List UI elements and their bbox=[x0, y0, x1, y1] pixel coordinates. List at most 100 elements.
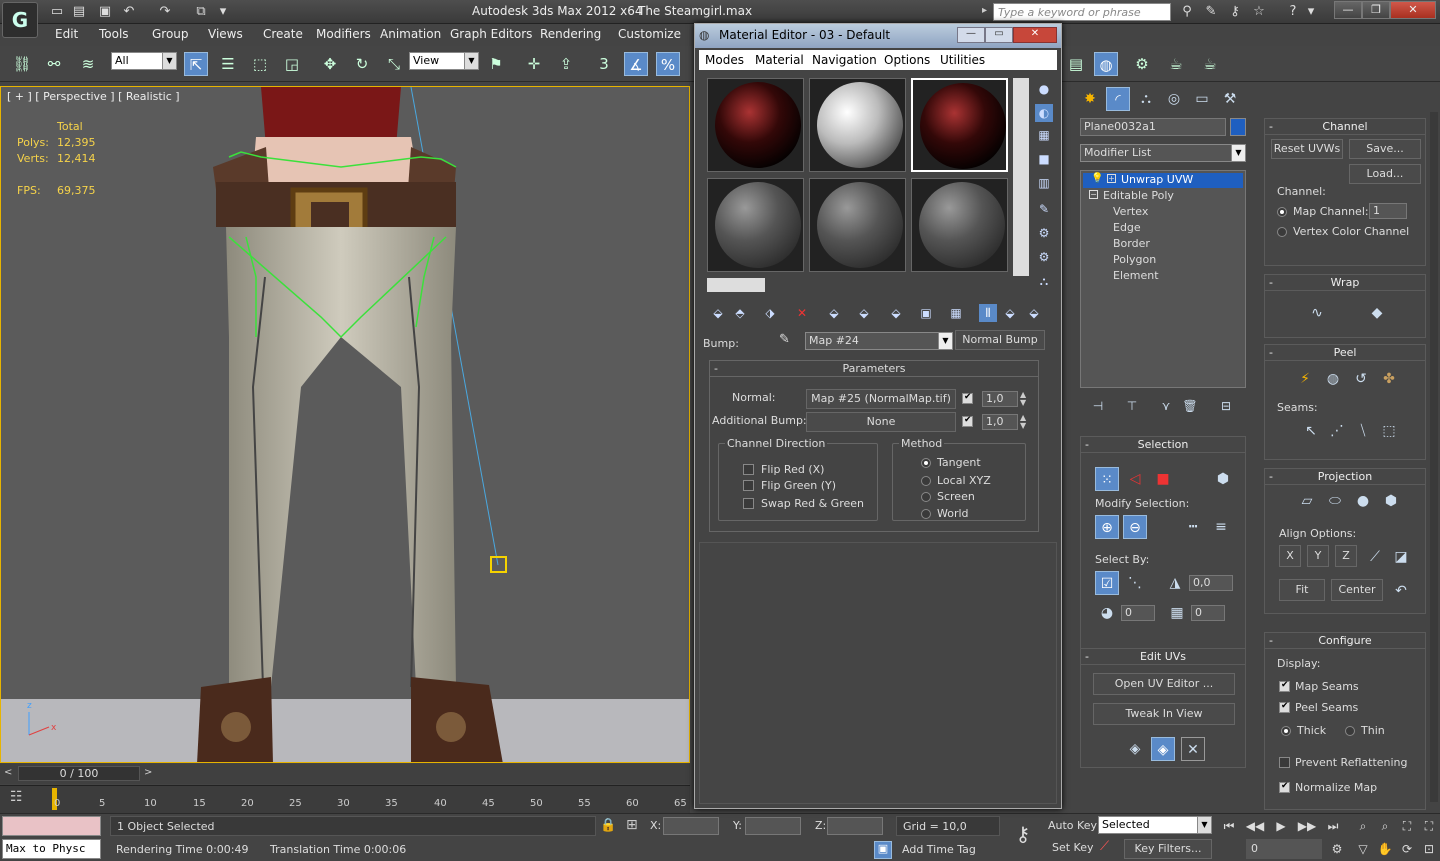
normal-map-enable-checkbox[interactable] bbox=[962, 392, 973, 404]
keyboard-shortcut-override-icon[interactable]: ⇪ bbox=[554, 52, 578, 76]
menu-modifiers[interactable]: Modifiers bbox=[316, 27, 371, 41]
material-slot-5[interactable] bbox=[809, 178, 906, 272]
reset-uvws-button[interactable]: Reset UVWs bbox=[1271, 139, 1343, 159]
stack-item-polygon[interactable]: Polygon bbox=[1113, 253, 1156, 266]
unfold-strip-icon[interactable]: ◆ bbox=[1365, 301, 1389, 325]
backlight-icon[interactable]: ◐ bbox=[1035, 104, 1053, 122]
motion-tab-icon[interactable]: ◎ bbox=[1162, 87, 1186, 111]
show-end-result-icon[interactable]: ⊤ bbox=[1120, 394, 1144, 418]
vertex-color-channel-radio[interactable] bbox=[1277, 227, 1287, 237]
selection-rollout-title[interactable]: - Selection bbox=[1081, 437, 1245, 453]
me-maximize-button[interactable]: ▭ bbox=[985, 27, 1013, 43]
open-file-icon[interactable]: ▤ bbox=[70, 3, 88, 21]
planar-angle-spinner[interactable]: 0,0 bbox=[1189, 575, 1233, 591]
field-of-view-icon[interactable]: ▽ bbox=[1352, 839, 1374, 859]
percent-snap-icon[interactable]: % bbox=[656, 52, 680, 76]
me-menu-modes[interactable]: Modes bbox=[705, 53, 744, 67]
create-tab-icon[interactable]: ✸ bbox=[1078, 87, 1102, 111]
key-filters-button[interactable]: Key Filters... bbox=[1124, 839, 1212, 859]
close-button[interactable]: ✕ bbox=[1390, 1, 1436, 19]
menu-animation[interactable]: Animation bbox=[380, 27, 441, 41]
planar-map-icon[interactable]: ▱ bbox=[1295, 489, 1319, 513]
save-uvw-button[interactable]: Save... bbox=[1349, 139, 1421, 159]
material-slot-4[interactable] bbox=[707, 178, 804, 272]
channel-rollout-title[interactable]: - Channel bbox=[1265, 119, 1425, 135]
modify-tab-icon[interactable]: ◜ bbox=[1106, 87, 1130, 111]
make-unique-icon[interactable]: ⋎ bbox=[1154, 394, 1178, 418]
stack-item-element[interactable]: Element bbox=[1113, 269, 1159, 282]
pin-stack-icon[interactable]: ⊣ bbox=[1086, 394, 1110, 418]
map-type-button[interactable]: Normal Bump bbox=[955, 330, 1045, 350]
key-icon[interactable]: ⚷ bbox=[1226, 3, 1244, 21]
utilities-tab-icon[interactable]: ⚒ bbox=[1218, 87, 1242, 111]
snaps-toggle-icon[interactable]: 3 bbox=[592, 52, 616, 76]
menu-views[interactable]: Views bbox=[208, 27, 243, 41]
modifier-stack[interactable]: 💡 + Unwrap UVW − Editable Poly Vertex Ed… bbox=[1080, 170, 1246, 388]
shrink-selection-icon[interactable]: ⊖ bbox=[1123, 515, 1147, 539]
add-time-tag[interactable]: Add Time Tag bbox=[896, 840, 1000, 860]
select-by-edge-loop-icon[interactable]: ⋱ bbox=[1123, 571, 1147, 595]
save-file-icon[interactable]: ▣ bbox=[96, 3, 114, 21]
zoom-extents-all-icon[interactable]: ⛶ bbox=[1418, 816, 1440, 836]
quick-map-axis-icon[interactable]: ✕ bbox=[1181, 737, 1205, 761]
binoculars-icon[interactable]: ⚲ bbox=[1178, 3, 1196, 21]
go-forward-to-sibling-icon[interactable]: ⬙ bbox=[1025, 304, 1043, 322]
set-key-icon[interactable]: ⚷ bbox=[1006, 822, 1040, 852]
material-slot-2[interactable] bbox=[809, 78, 906, 172]
time-configuration-icon[interactable]: ⚙ bbox=[1326, 839, 1348, 859]
maxscript-listener-input[interactable]: Max to Physc bbox=[2, 839, 101, 859]
favorites-star-icon[interactable]: ☆ bbox=[1250, 3, 1268, 21]
show-map-in-viewport-icon[interactable]: ▦ bbox=[947, 304, 965, 322]
select-by-smoothing-group-icon[interactable]: ▦ bbox=[1165, 601, 1189, 625]
polygon-select-icon[interactable]: ■ bbox=[1151, 467, 1175, 491]
select-by-material-icon[interactable]: ⚙ bbox=[1035, 248, 1053, 266]
current-frame-input[interactable]: 0 bbox=[1246, 839, 1322, 859]
prev-frame-icon[interactable]: < bbox=[4, 767, 12, 778]
edge-select-icon[interactable]: ◁ bbox=[1123, 467, 1147, 491]
edit-uvs-rollout-title[interactable]: - Edit UVs bbox=[1081, 649, 1245, 665]
selection-lock-icon[interactable]: 🔒 bbox=[600, 818, 616, 833]
spline-mapping-icon[interactable]: ∿ bbox=[1305, 301, 1329, 325]
smoothing-group-spinner[interactable]: 0 bbox=[1191, 605, 1225, 621]
material-map-navigator-icon[interactable]: ⛬ bbox=[1035, 272, 1053, 290]
show-end-result-material-icon[interactable]: ⫴ bbox=[979, 304, 997, 322]
perspective-viewport[interactable]: [ + ] [ Perspective ] [ Realistic ] Tota… bbox=[0, 86, 690, 763]
key-tangent-icon[interactable]: ⟋ bbox=[1100, 839, 1109, 854]
material-slot-3[interactable] bbox=[911, 78, 1008, 172]
ring-selection-icon[interactable]: ≡ bbox=[1209, 515, 1233, 539]
normal-amount-spinner[interactable]: 1,0 bbox=[982, 391, 1018, 407]
help-icon[interactable]: ? bbox=[1284, 3, 1302, 21]
minimize-button[interactable]: — bbox=[1334, 1, 1362, 19]
peel-mode-icon[interactable]: ◍ bbox=[1321, 367, 1345, 391]
additional-amount-spinner[interactable]: 1,0 bbox=[982, 414, 1018, 430]
zoom-all-icon[interactable]: ⌕ bbox=[1374, 816, 1396, 836]
select-by-name-icon[interactable]: ☰ bbox=[216, 52, 240, 76]
stack-item-unwrap-uvw[interactable]: Unwrap UVW bbox=[1121, 173, 1193, 186]
material-id-channel-icon[interactable]: ▣ bbox=[917, 304, 935, 322]
previous-frame-icon[interactable]: ◀◀ bbox=[1244, 816, 1266, 836]
render-production-icon[interactable]: ☕ bbox=[1198, 52, 1222, 76]
select-object-icon[interactable]: ⇱ bbox=[184, 52, 208, 76]
hierarchy-tab-icon[interactable]: ⛬ bbox=[1134, 87, 1158, 111]
object-name-input[interactable]: Plane0032a1 bbox=[1080, 118, 1226, 136]
pan-icon[interactable]: ✋ bbox=[1374, 839, 1396, 859]
mini-curve-editor-icon[interactable]: ☷ bbox=[10, 789, 32, 809]
x-coordinate-input[interactable] bbox=[663, 817, 719, 835]
projection-rollout-title[interactable]: - Projection bbox=[1265, 469, 1425, 485]
options-icon[interactable]: ⚙ bbox=[1035, 224, 1053, 242]
reference-coordinate-select[interactable]: View ▼ bbox=[409, 52, 479, 70]
tweak-in-view-button[interactable]: Tweak In View bbox=[1093, 703, 1235, 725]
app-logo-icon[interactable]: G bbox=[2, 2, 38, 38]
me-close-button[interactable]: ✕ bbox=[1013, 27, 1057, 43]
swap-red-green-checkbox[interactable] bbox=[743, 498, 754, 509]
quick-planar-map-icon[interactable]: ◈ bbox=[1123, 737, 1147, 761]
redo-icon[interactable]: ↷ bbox=[156, 3, 174, 21]
spinner-arrows-icon[interactable]: ▲ ▼ bbox=[1020, 391, 1026, 407]
map-channel-spinner[interactable]: 1 bbox=[1369, 203, 1407, 219]
point-to-point-seam-icon[interactable]: ⋰ bbox=[1325, 419, 1349, 443]
pick-material-eyedropper-icon[interactable]: ✎ bbox=[779, 332, 797, 350]
object-color-swatch[interactable] bbox=[1230, 118, 1246, 136]
flip-red-checkbox[interactable] bbox=[743, 464, 754, 475]
put-material-to-scene-icon[interactable]: ⬘ bbox=[731, 304, 749, 322]
remove-modifier-icon[interactable]: 🗑 bbox=[1178, 394, 1202, 418]
